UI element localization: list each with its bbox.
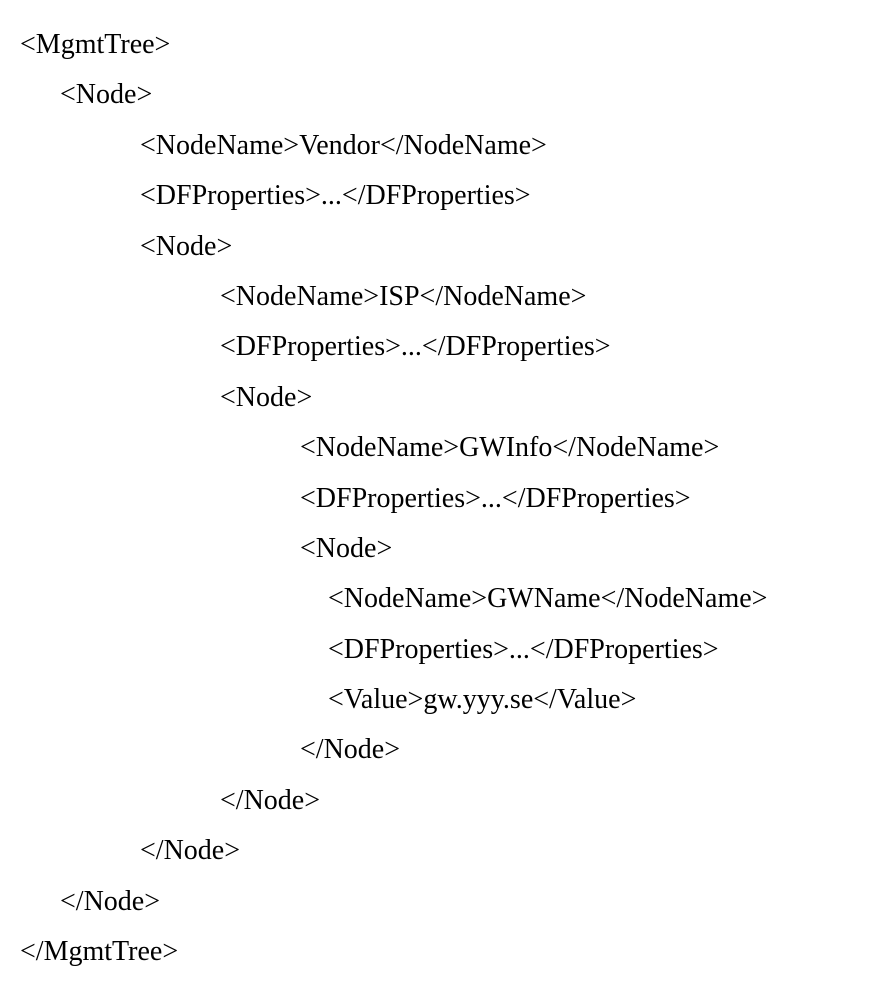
- xml-line: <Node>: [20, 70, 856, 120]
- xml-line: <MgmtTree>: [20, 20, 856, 70]
- xml-line: <NodeName>ISP</NodeName>: [20, 272, 856, 322]
- xml-line: </Node>: [20, 776, 856, 826]
- xml-line: </Node>: [20, 725, 856, 775]
- xml-line: </Node>: [20, 826, 856, 876]
- xml-line: <NodeName>Vendor</NodeName>: [20, 121, 856, 171]
- xml-line: <NodeName>GWName</NodeName>: [20, 574, 856, 624]
- xml-document: <MgmtTree><Node><NodeName>Vendor</NodeNa…: [20, 20, 856, 977]
- xml-line: <NodeName>GWInfo</NodeName>: [20, 423, 856, 473]
- xml-line: <Value>gw.yyy.se</Value>: [20, 675, 856, 725]
- xml-line: <DFProperties>...</DFProperties>: [20, 625, 856, 675]
- xml-line: <DFProperties>...</DFProperties>: [20, 474, 856, 524]
- xml-line: <DFProperties>...</DFProperties>: [20, 322, 856, 372]
- xml-line: <DFProperties>...</DFProperties>: [20, 171, 856, 221]
- xml-line: </MgmtTree>: [20, 927, 856, 977]
- xml-line: </Node>: [20, 877, 856, 927]
- xml-line: <Node>: [20, 222, 856, 272]
- xml-line: <Node>: [20, 373, 856, 423]
- xml-line: <Node>: [20, 524, 856, 574]
